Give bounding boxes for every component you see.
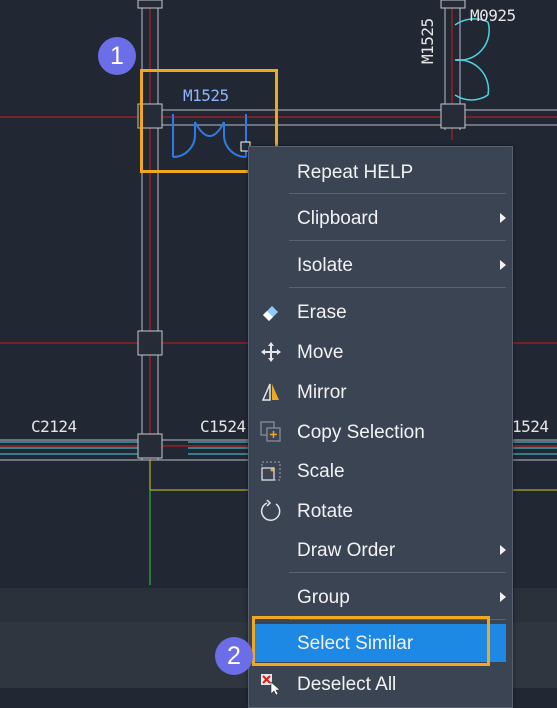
menu-item-rotate[interactable]: Rotate xyxy=(249,492,512,530)
menu-item-clipboard[interactable]: Clipboard xyxy=(249,199,512,237)
step-marker-2: 2 xyxy=(215,637,253,675)
step-marker-1: 1 xyxy=(98,37,136,75)
menu-item-mirror[interactable]: Mirror xyxy=(249,373,512,411)
menu-item-label: Deselect All xyxy=(297,674,397,695)
menu-item-group[interactable]: Group xyxy=(249,578,512,616)
menu-item-label: Rotate xyxy=(297,501,353,522)
menu-item-move[interactable]: Move xyxy=(249,333,512,371)
menu-item-label: Move xyxy=(297,342,344,363)
submenu-arrow-icon xyxy=(500,260,506,270)
door-m0925-label: M0925 xyxy=(470,6,516,25)
window-c2124-label: C2124 xyxy=(31,417,77,436)
window-c1524-label: C1524 xyxy=(200,417,246,436)
menu-separator xyxy=(289,240,506,241)
menu-item-erase[interactable]: Erase xyxy=(249,293,512,331)
menu-item-deselect-all[interactable]: Deselect All xyxy=(249,665,512,703)
menu-item-repeat-help[interactable]: Repeat HELP xyxy=(249,153,512,191)
submenu-arrow-icon xyxy=(500,545,506,555)
menu-item-label: Isolate xyxy=(297,255,353,276)
menu-item-draw-order[interactable]: Draw Order xyxy=(249,531,512,569)
selection-highlight-menu-item xyxy=(252,616,490,666)
submenu-arrow-icon xyxy=(500,592,506,602)
menu-item-label: Copy Selection xyxy=(297,422,425,443)
scale-icon xyxy=(261,461,281,481)
menu-separator xyxy=(289,193,506,194)
door-m1525-vertical-label: M1525 xyxy=(418,18,437,64)
window-c1524-right-label: 1524 xyxy=(512,417,549,436)
menu-item-label: Group xyxy=(297,587,350,608)
menu-item-isolate[interactable]: Isolate xyxy=(249,246,512,284)
mirror-icon xyxy=(261,383,279,401)
copy-icon xyxy=(260,421,281,442)
menu-separator xyxy=(289,572,506,573)
menu-item-label: Erase xyxy=(297,302,347,323)
menu-item-label: Repeat HELP xyxy=(297,162,414,183)
submenu-arrow-icon xyxy=(500,213,506,223)
deselect-icon xyxy=(261,674,281,696)
eraser-icon xyxy=(263,306,278,321)
move-icon xyxy=(261,342,281,362)
menu-item-label: Draw Order xyxy=(297,540,396,561)
menu-separator xyxy=(289,287,506,288)
menu-item-label: Clipboard xyxy=(297,208,379,229)
menu-item-label: Scale xyxy=(297,461,345,482)
menu-item-scale[interactable]: Scale xyxy=(249,452,512,490)
rotate-icon xyxy=(260,499,281,521)
menu-item-copy-selection[interactable]: Copy Selection xyxy=(249,413,512,451)
menu-item-label: Mirror xyxy=(297,382,347,403)
